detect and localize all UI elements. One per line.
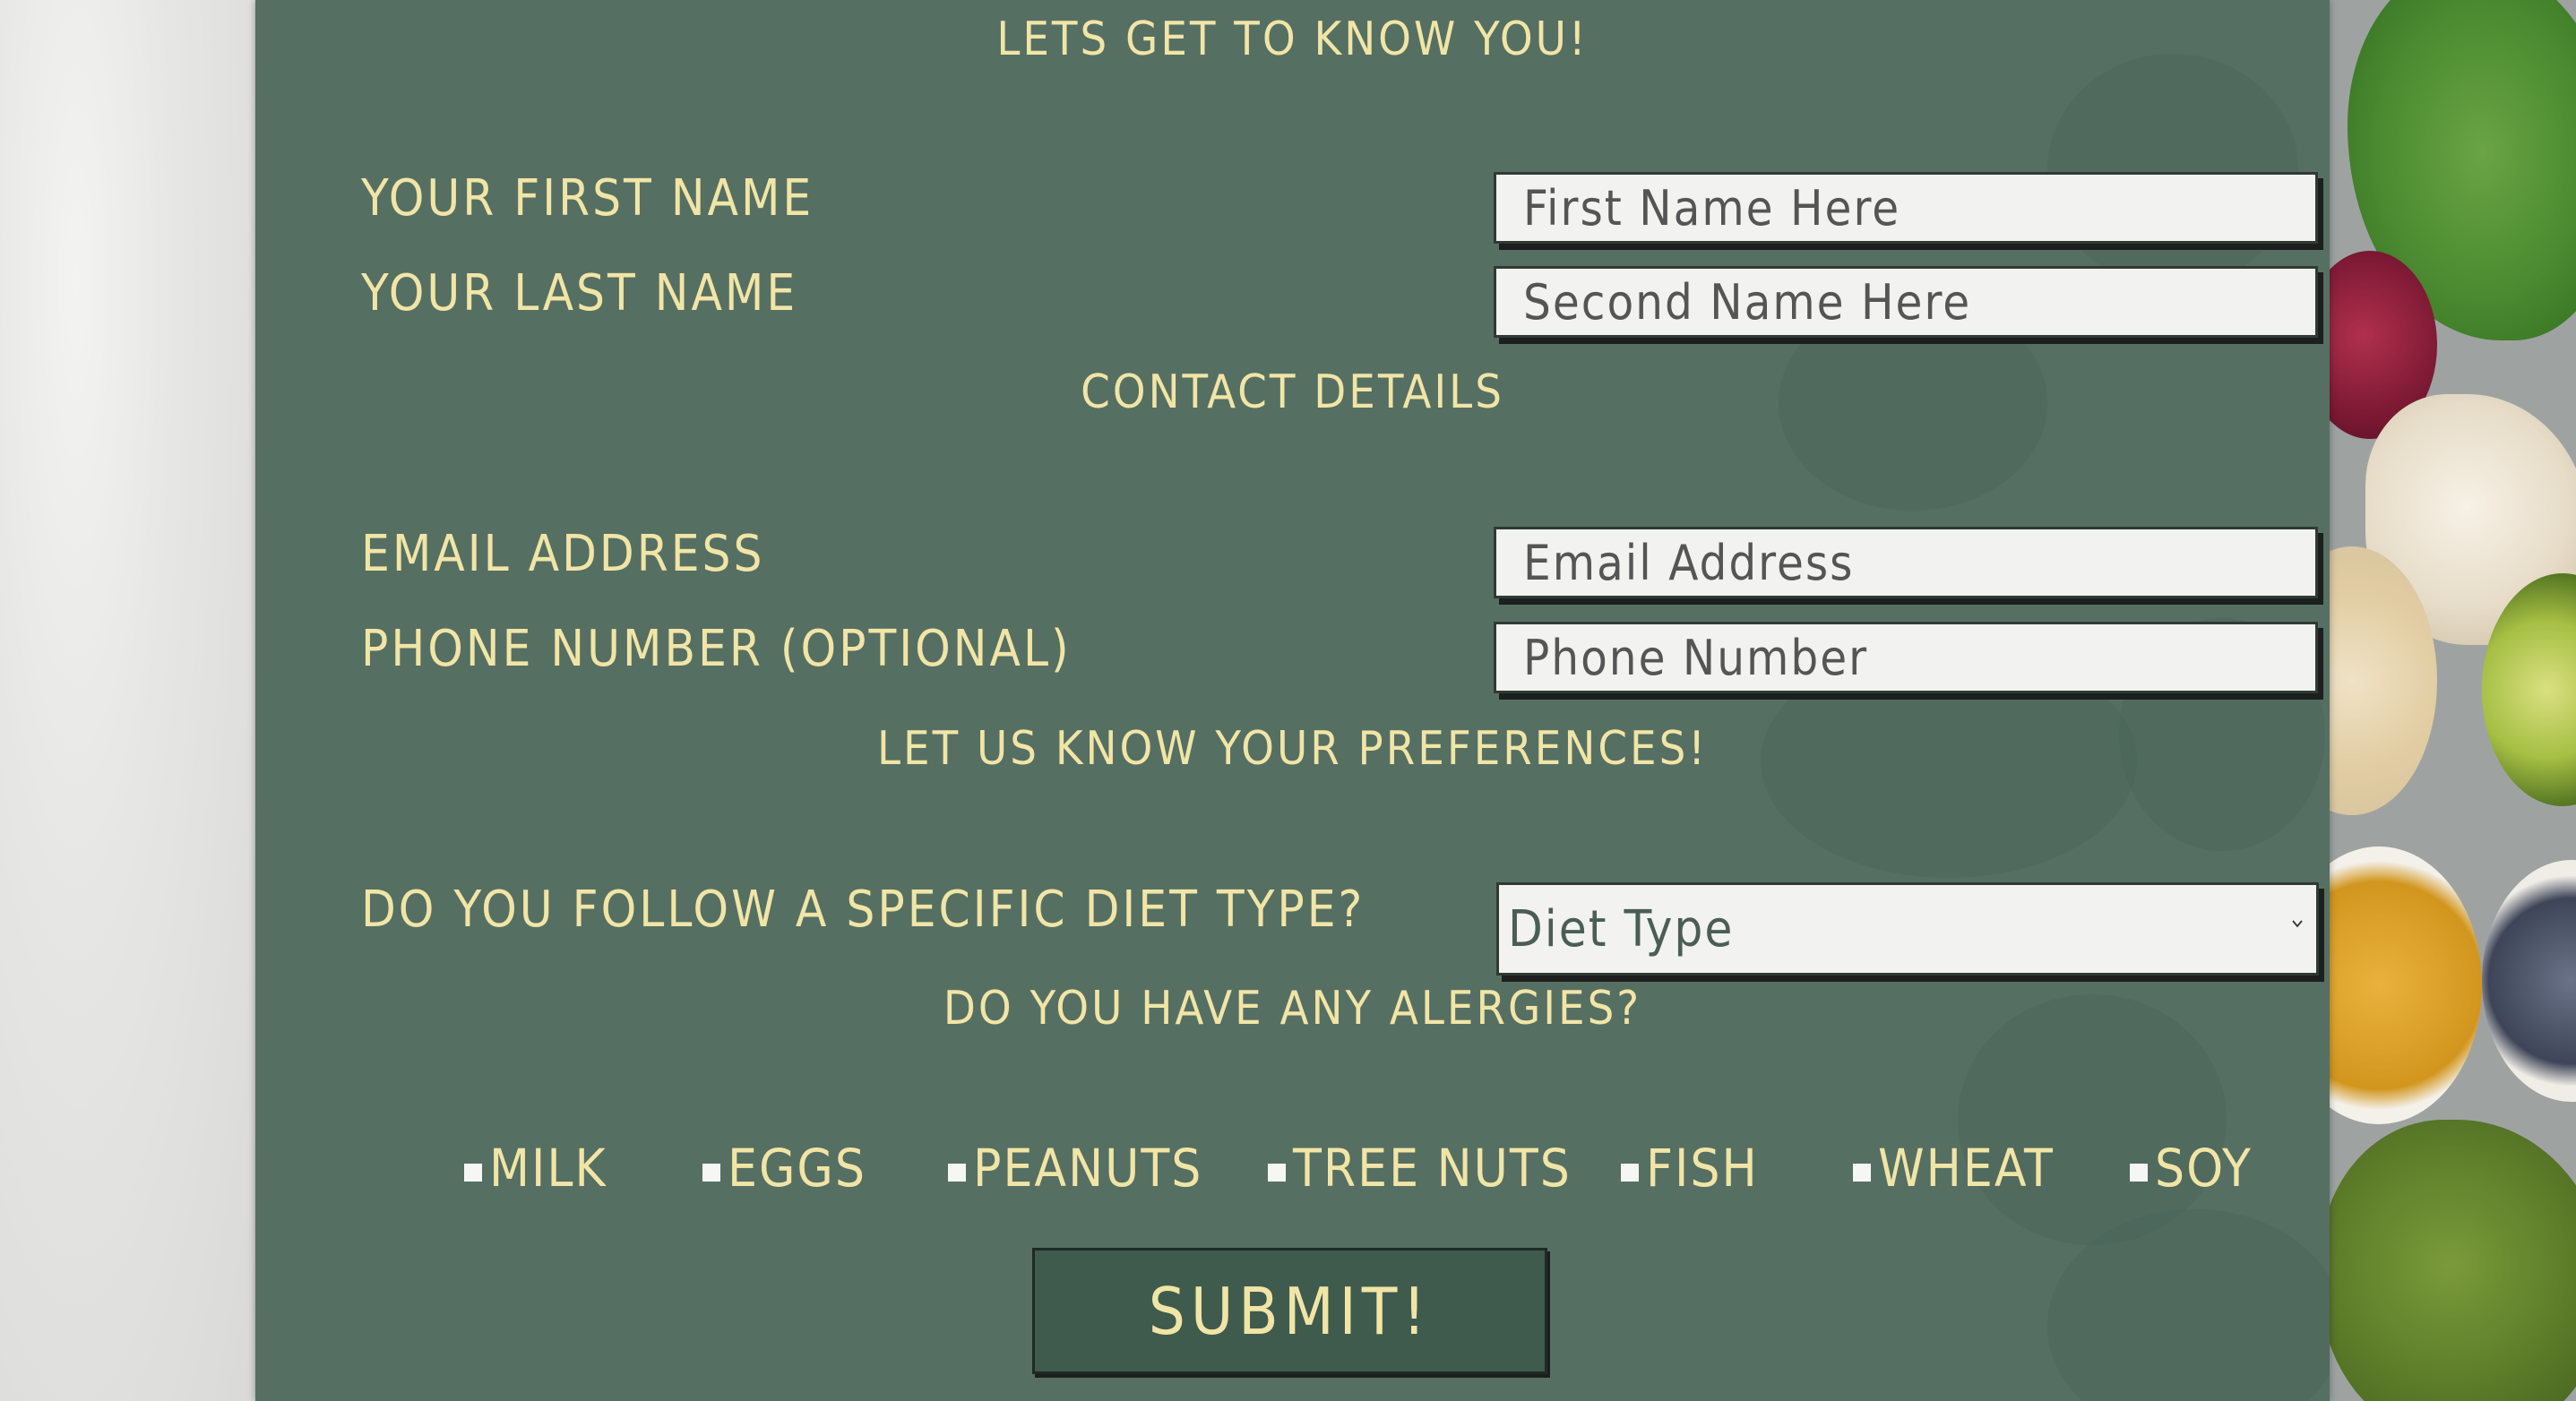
- allergy-peanuts[interactable]: PEANUTS: [948, 1142, 1202, 1194]
- allergy-label: PEANUTS: [973, 1138, 1203, 1199]
- allergy-milk[interactable]: MILK: [464, 1142, 607, 1194]
- broccoli-image: [2330, 1120, 2576, 1401]
- phone-label: PHONE NUMBER (OPTIONAL): [361, 620, 1072, 678]
- form-heading: LETS GET TO KNOW YOU!: [996, 13, 1589, 66]
- submit-button[interactable]: SUBMIT!: [1032, 1248, 1547, 1374]
- allergy-wheat[interactable]: WHEAT: [1853, 1142, 2055, 1194]
- decor-bowl: [1958, 994, 2227, 1245]
- checkbox[interactable]: [702, 1164, 720, 1182]
- phone-input[interactable]: [1494, 622, 2318, 693]
- diet-type-selected-value: Diet Type: [1508, 899, 1735, 958]
- allergy-eggs[interactable]: EGGS: [702, 1142, 866, 1194]
- decor-bowl: [2047, 54, 2298, 287]
- signup-form: LETS GET TO KNOW YOU! YOUR FIRST NAME YO…: [255, 0, 2330, 1401]
- turmeric-bowl-image: [2330, 847, 2482, 1124]
- allergy-label: FISH: [1646, 1138, 1759, 1199]
- last-name-label: YOUR LAST NAME: [361, 264, 798, 322]
- checkbox[interactable]: [464, 1164, 482, 1182]
- first-name-label: YOUR FIRST NAME: [361, 169, 814, 228]
- preferences-heading: LET US KNOW YOUR PREFERENCES!: [876, 722, 1709, 776]
- allergy-tree-nuts[interactable]: TREE NUTS: [1268, 1142, 1572, 1194]
- checkbox[interactable]: [1853, 1164, 1871, 1182]
- checkbox[interactable]: [1268, 1164, 1286, 1182]
- allergy-label: WHEAT: [1878, 1138, 2055, 1199]
- allergy-label: SOY: [2155, 1138, 2253, 1199]
- contact-details-heading: CONTACT DETAILS: [1081, 365, 1504, 419]
- chevron-down-icon: [2292, 920, 2303, 928]
- allergy-label: EGGS: [728, 1138, 866, 1199]
- diet-type-select[interactable]: Diet Type: [1496, 882, 2319, 976]
- diet-type-label: DO YOU FOLLOW A SPECIFIC DIET TYPE?: [361, 881, 1366, 939]
- allergy-soy[interactable]: SOY: [2130, 1142, 2253, 1194]
- allergy-fish[interactable]: FISH: [1621, 1142, 1759, 1194]
- blueberry-bowl-image: [2482, 860, 2576, 1102]
- checkbox[interactable]: [948, 1164, 966, 1182]
- allergy-label: TREE NUTS: [1293, 1138, 1572, 1199]
- background-food-photo: [2330, 0, 2576, 1401]
- allergy-label: MILK: [489, 1138, 607, 1199]
- first-name-input[interactable]: [1494, 172, 2318, 244]
- background-marble-left: [0, 0, 255, 1401]
- allergies-heading: DO YOU HAVE ANY ALERGIES?: [943, 982, 1642, 1036]
- checkbox[interactable]: [1621, 1164, 1639, 1182]
- email-input[interactable]: [1494, 527, 2318, 598]
- checkbox[interactable]: [2130, 1164, 2148, 1182]
- email-label: EMAIL ADDRESS: [361, 525, 765, 583]
- last-name-input[interactable]: [1494, 266, 2318, 338]
